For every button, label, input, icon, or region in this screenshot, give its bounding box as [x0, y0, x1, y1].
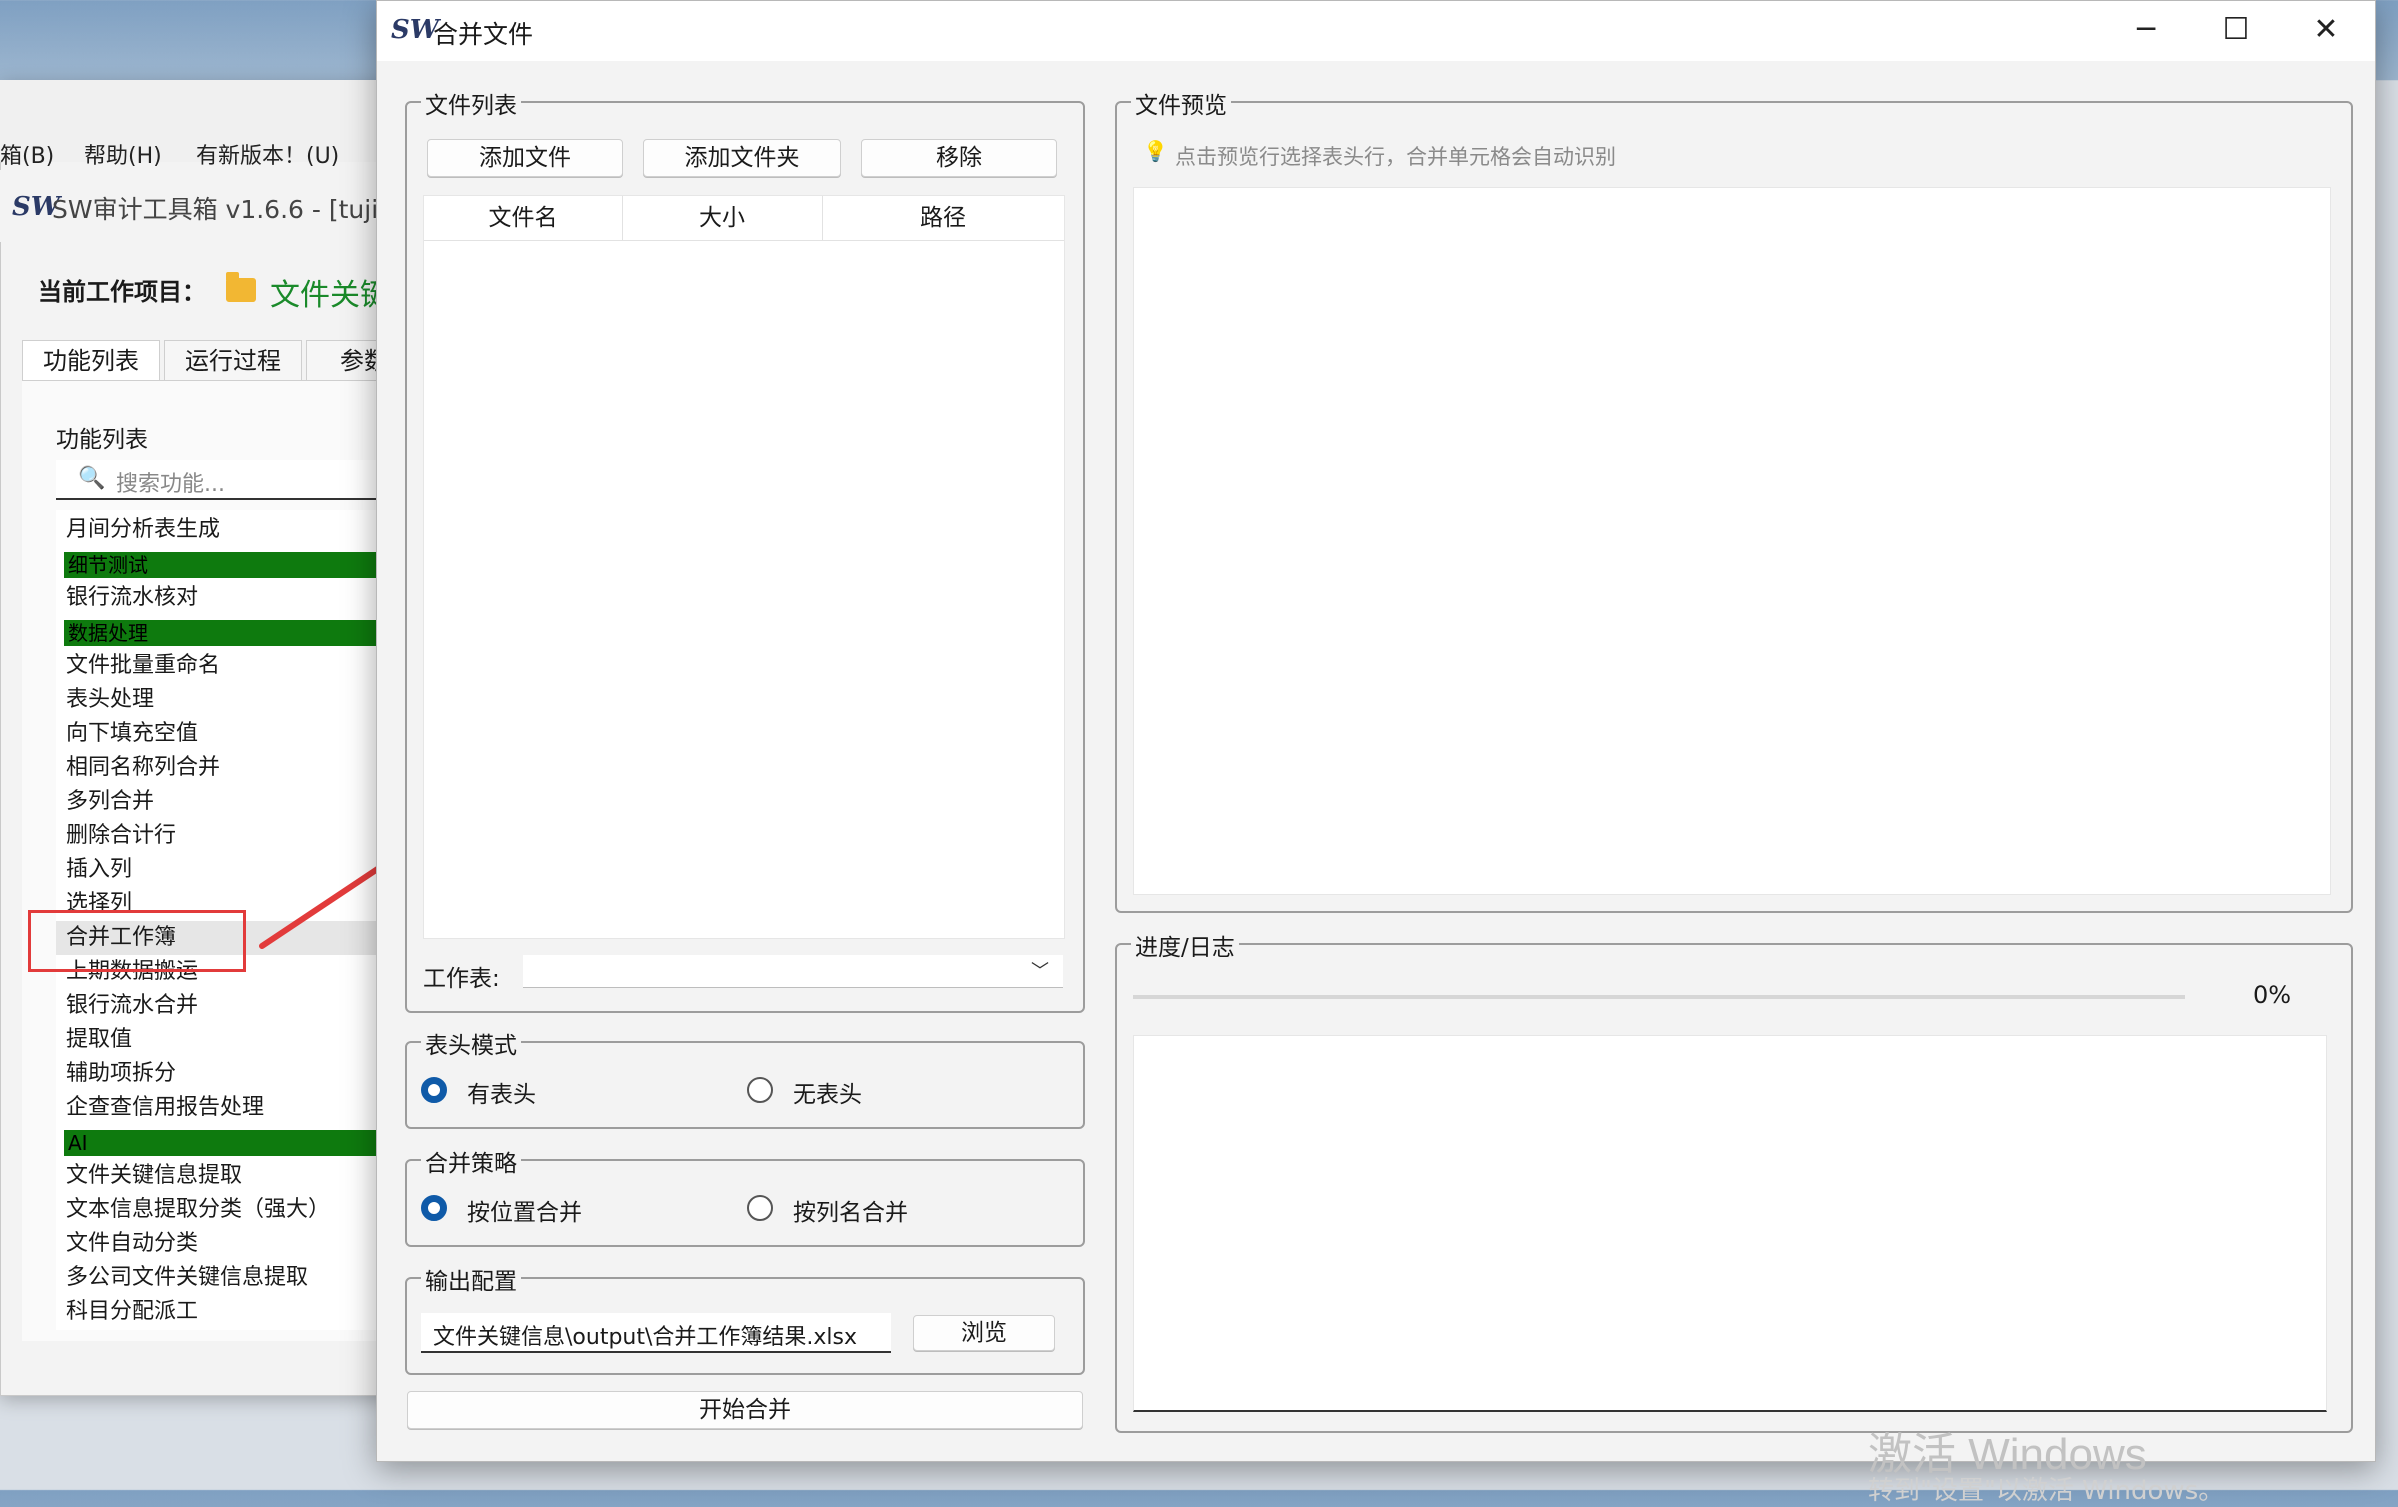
function-item[interactable]: 文件关键信息提取 — [66, 1160, 242, 1192]
function-list-label: 功能列表 — [56, 427, 148, 453]
search-placeholder: 搜索功能... — [116, 472, 225, 497]
function-item[interactable]: 删除合计行 — [66, 820, 176, 852]
sheet-select[interactable]: ﹀ — [523, 955, 1063, 988]
file-list-group-label: 文件列表 — [421, 86, 521, 120]
merge-files-dialog: SW 合并文件 ─ ☐ ✕ 文件列表 添加文件 添加文件夹 移除 文件名 大小 … — [376, 0, 2376, 1462]
file-list-group: 文件列表 添加文件 添加文件夹 移除 文件名 大小 路径 工作表: ﹀ — [405, 86, 1085, 1013]
folder-icon — [226, 272, 256, 302]
file-table-header: 文件名 大小 路径 — [424, 196, 1064, 241]
file-preview-group: 文件预览 💡 点击预览行选择表头行，合并单元格会自动识别 — [1115, 86, 2353, 913]
function-item[interactable]: 表头处理 — [66, 684, 154, 716]
header-mode-group-label: 表头模式 — [421, 1026, 521, 1060]
function-item[interactable]: 银行流水核对 — [66, 582, 198, 614]
log-area[interactable] — [1133, 1035, 2327, 1412]
function-item[interactable]: 企查查信用报告处理 — [66, 1092, 264, 1124]
function-item[interactable]: 银行流水合并 — [66, 990, 198, 1022]
chevron-down-icon: ﹀ — [1031, 961, 1049, 982]
column-header-size[interactable]: 大小 — [622, 196, 823, 240]
function-item[interactable]: 文件自动分类 — [66, 1228, 198, 1260]
radio-merge-by-column-label[interactable]: 按列名合并 — [793, 1193, 908, 1227]
main-title-bar: SW SW审计工具箱 v1.6.6 - [tujiabi — [0, 170, 420, 242]
add-file-button[interactable]: 添加文件 — [427, 139, 623, 177]
progress-log-group-label: 进度/日志 — [1131, 928, 1239, 962]
output-config-group: 输出配置 文件关键信息\output\合并工作簿结果.xlsx 浏览 — [405, 1262, 1085, 1375]
column-header-path[interactable]: 路径 — [822, 196, 1064, 240]
tab-function-list[interactable]: 功能列表 — [22, 340, 160, 381]
radio-no-header[interactable] — [747, 1077, 773, 1103]
merge-strategy-group: 合并策略 按位置合并 按列名合并 — [405, 1144, 1085, 1247]
minimize-button[interactable]: ─ — [2101, 1, 2191, 61]
dialog-title-bar: SW 合并文件 ─ ☐ ✕ — [377, 1, 2375, 61]
header-mode-group: 表头模式 有表头 无表头 — [405, 1026, 1085, 1129]
function-item[interactable]: 多公司文件关键信息提取 — [66, 1262, 308, 1294]
windows-activation-watermark-sub: 转到"设置"以激活 Windows。 — [1868, 1476, 2225, 1506]
preview-area[interactable] — [1133, 187, 2331, 895]
function-category[interactable]: 数据处理 — [64, 620, 420, 646]
menu-item-tools[interactable]: 箱(B) — [0, 138, 54, 170]
search-icon: 🔍 — [78, 466, 106, 491]
menu-item-update[interactable]: 有新版本！(U) — [196, 138, 339, 170]
function-item[interactable]: 提取值 — [66, 1024, 132, 1056]
main-menu-bar: 箱(B) 帮助(H) 有新版本！(U) — [0, 80, 420, 169]
function-category[interactable]: AI — [64, 1130, 420, 1156]
function-item[interactable]: 月间分析表生成 — [66, 514, 220, 546]
progress-bar — [1133, 995, 2185, 999]
radio-no-header-label[interactable]: 无表头 — [793, 1075, 862, 1109]
radio-merge-by-position[interactable] — [421, 1195, 447, 1221]
function-item[interactable]: 相同名称列合并 — [66, 752, 220, 784]
dialog-logo: SW — [391, 15, 439, 45]
dialog-title: 合并文件 — [433, 20, 534, 49]
radio-merge-by-position-label[interactable]: 按位置合并 — [467, 1193, 582, 1227]
sheet-label: 工作表: — [423, 966, 500, 992]
output-path-input[interactable]: 文件关键信息\output\合并工作簿结果.xlsx — [421, 1313, 891, 1353]
merge-strategy-group-label: 合并策略 — [421, 1144, 521, 1178]
function-item[interactable]: 科目分配派工 — [66, 1296, 198, 1328]
add-folder-button[interactable]: 添加文件夹 — [643, 139, 841, 177]
tab-run-process[interactable]: 运行过程 — [164, 340, 302, 381]
column-header-filename[interactable]: 文件名 — [424, 196, 623, 240]
project-label: 当前工作项目： — [38, 278, 206, 306]
project-name[interactable]: 文件关键 — [270, 270, 390, 314]
radio-merge-by-column[interactable] — [747, 1195, 773, 1221]
output-path-value: 文件关键信息\output\合并工作簿结果.xlsx — [433, 1325, 857, 1350]
preview-hint: 点击预览行选择表头行，合并单元格会自动识别 — [1175, 145, 1616, 169]
file-preview-group-label: 文件预览 — [1131, 86, 1231, 120]
lightbulb-icon: 💡 — [1143, 139, 1168, 163]
maximize-button[interactable]: ☐ — [2191, 1, 2281, 61]
progress-percent: 0% — [2253, 981, 2292, 1009]
function-item[interactable]: 文本信息提取分类（强大） — [66, 1194, 330, 1226]
output-config-group-label: 输出配置 — [421, 1262, 521, 1296]
remove-button[interactable]: 移除 — [861, 139, 1057, 177]
function-item[interactable]: 多列合并 — [66, 786, 154, 818]
function-category[interactable]: 细节测试 — [64, 552, 420, 578]
function-item[interactable]: 辅助项拆分 — [66, 1058, 176, 1090]
menu-item-help[interactable]: 帮助(H) — [84, 138, 162, 170]
file-table[interactable]: 文件名 大小 路径 — [423, 195, 1065, 939]
close-button[interactable]: ✕ — [2281, 1, 2371, 61]
start-merge-button[interactable]: 开始合并 — [407, 1391, 1083, 1429]
browse-button[interactable]: 浏览 — [913, 1315, 1055, 1351]
function-item[interactable]: 文件批量重命名 — [66, 650, 220, 682]
function-item[interactable]: 插入列 — [66, 854, 132, 886]
function-search-input[interactable]: 🔍 搜索功能... — [56, 460, 420, 500]
function-item[interactable]: 向下填充空值 — [66, 718, 198, 750]
annotation-highlight-box — [28, 910, 246, 972]
radio-has-header[interactable] — [421, 1077, 447, 1103]
progress-log-group: 进度/日志 0% — [1115, 928, 2353, 1433]
main-window-title: SW审计工具箱 v1.6.6 - [tujiabi — [52, 195, 417, 224]
radio-has-header-label[interactable]: 有表头 — [467, 1075, 536, 1109]
